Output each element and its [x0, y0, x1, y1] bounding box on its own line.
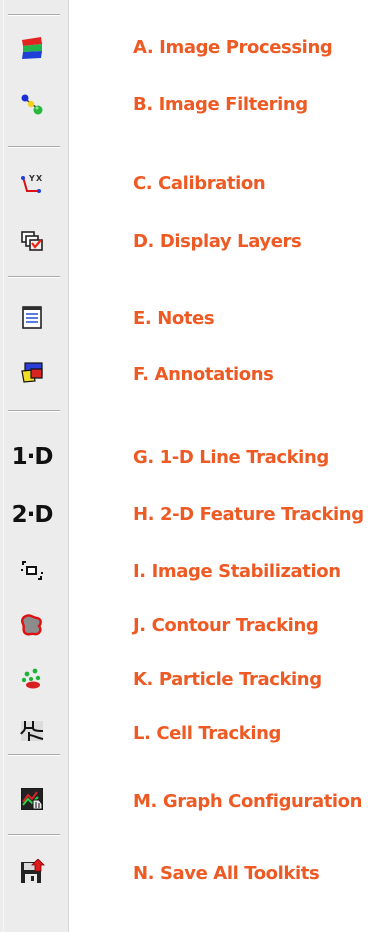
label-2d-feature-tracking: H. 2-D Feature Tracking [133, 504, 364, 525]
toolbar-separator [8, 14, 60, 16]
label-display-layers: D. Display Layers [133, 231, 302, 252]
2d-feature-tracking-icon: 2·D [11, 501, 54, 528]
label-graph-configuration: M. Graph Configuration [133, 791, 363, 812]
graph-configuration-button[interactable] [16, 783, 48, 815]
annotations-icon [21, 362, 43, 383]
toolbar-edge [3, 0, 4, 932]
toolbar-separator [8, 276, 60, 278]
annotations-button[interactable] [16, 356, 48, 388]
particle-tracking-icon [21, 668, 41, 689]
toolbar-separator [8, 410, 60, 412]
image-processing-icon [22, 37, 42, 59]
save-all-toolkits-button[interactable] [16, 856, 48, 888]
label-contour-tracking: J. Contour Tracking [133, 615, 319, 636]
label-image-stabilization: I. Image Stabilization [133, 561, 341, 582]
calibration-button[interactable]: Y X [16, 168, 48, 200]
image-filtering-icon [21, 94, 43, 115]
1d-line-tracking-icon: 1·D [11, 443, 54, 470]
contour-tracking-icon [21, 614, 42, 636]
contour-tracking-button[interactable] [16, 609, 48, 641]
label-save-all-toolkits: N. Save All Toolkits [133, 863, 320, 884]
label-particle-tracking: K. Particle Tracking [133, 669, 322, 690]
save-all-toolkits-icon [21, 859, 45, 883]
label-cell-tracking: L. Cell Tracking [133, 723, 282, 744]
toolbar-separator [8, 754, 60, 756]
svg-text:Y: Y [28, 174, 35, 183]
cell-tracking-icon [20, 721, 44, 741]
graph-configuration-icon [21, 788, 43, 810]
vertical-toolbar: Y X 1·D 2·D [0, 0, 69, 932]
image-processing-button[interactable] [16, 32, 48, 64]
notes-icon [22, 306, 42, 329]
label-annotations: F. Annotations [133, 364, 274, 385]
label-notes: E. Notes [133, 308, 215, 329]
1d-line-tracking-button[interactable]: 1·D [12, 441, 54, 473]
label-1d-line-tracking: G. 1-D Line Tracking [133, 447, 329, 468]
toolbar-separator [8, 834, 60, 836]
label-calibration: C. Calibration [133, 173, 266, 194]
toolbar-separator [8, 146, 60, 148]
display-layers-button[interactable] [16, 225, 48, 257]
image-filtering-button[interactable] [16, 88, 48, 120]
particle-tracking-button[interactable] [16, 662, 48, 694]
image-stabilization-icon [21, 561, 43, 580]
display-layers-icon [21, 231, 43, 251]
2d-feature-tracking-button[interactable]: 2·D [12, 499, 54, 531]
calibration-icon: Y X [21, 174, 43, 193]
image-stabilization-button[interactable] [16, 555, 48, 587]
notes-button[interactable] [16, 301, 48, 333]
label-image-filtering: B. Image Filtering [133, 94, 308, 115]
svg-text:X: X [36, 174, 43, 183]
label-image-processing: A. Image Processing [133, 37, 333, 58]
cell-tracking-button[interactable] [16, 715, 48, 747]
